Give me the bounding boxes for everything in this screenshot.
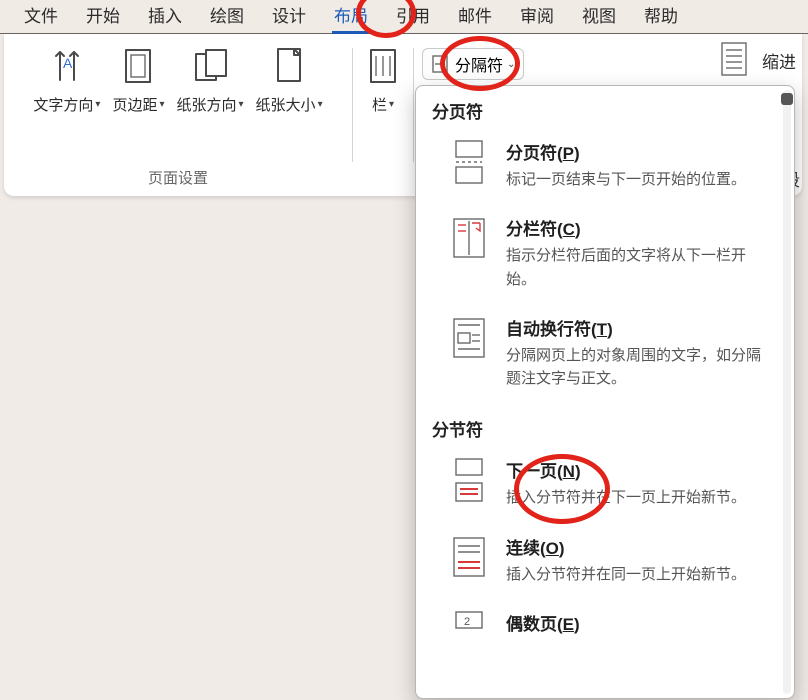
menu-item-desc: 标记一页结束与下一页开始的位置。	[506, 168, 774, 191]
tab-design[interactable]: 设计	[258, 0, 320, 33]
menu-item-continuous[interactable]: 连续(O) 插入分节符并在同一页上开始新节。	[416, 524, 794, 600]
group-separator	[352, 48, 353, 162]
group-caption: 页面设置	[10, 167, 346, 188]
paper-settings-icon	[718, 40, 752, 80]
tab-help[interactable]: 帮助	[630, 0, 692, 33]
chevron-down-icon: ▾	[159, 99, 164, 110]
column-break-icon	[450, 215, 488, 261]
orientation-button[interactable]: 纸张方向▾	[171, 44, 250, 115]
button-label: 页边距	[112, 94, 157, 115]
columns-icon	[365, 44, 401, 88]
group-separator	[413, 48, 414, 162]
margins-button[interactable]: 页边距▾	[106, 44, 170, 115]
text-direction-button[interactable]: A 文字方向▾	[27, 44, 106, 115]
dropdown-scrollbar[interactable]	[780, 90, 794, 694]
breaks-dropdown: 分页符 分页符(P) 标记一页结束与下一页开始的位置。 分栏符(C) 指示分栏符…	[415, 85, 795, 699]
orientation-icon	[192, 44, 228, 88]
tab-mailings[interactable]: 邮件	[444, 0, 506, 33]
tab-insert[interactable]: 插入	[134, 0, 196, 33]
menu-item-desc: 插入分节符并在下一页上开始新节。	[506, 486, 774, 509]
chevron-down-icon: ⌄	[507, 59, 515, 70]
indent-label: 缩进	[762, 48, 796, 73]
tab-label: 邮件	[458, 7, 492, 26]
menu-item-desc: 插入分节符并在同一页上开始新节。	[506, 563, 774, 586]
tab-label: 文件	[24, 7, 58, 26]
margins-icon	[120, 44, 156, 88]
tab-label: 视图	[582, 7, 616, 26]
menu-item-title: 分页符(P)	[506, 139, 774, 164]
text-wrapping-icon	[450, 315, 488, 361]
tab-label: 布局	[334, 7, 368, 26]
button-label: 栏	[372, 94, 387, 115]
menu-item-desc: 指示分栏符后面的文字将从下一栏开始。	[506, 244, 774, 291]
menu-item-text-wrapping[interactable]: 自动换行符(T) 分隔网页上的对象周围的文字，如分隔题注文字与正文。	[416, 305, 794, 405]
size-icon	[271, 44, 307, 88]
menu-tabs: 文件 开始 插入 绘图 设计 布局 引用 邮件 审阅 视图 帮助	[0, 0, 808, 34]
tab-label: 引用	[396, 7, 430, 26]
menu-item-even-page[interactable]: 2 偶数页(E)	[416, 600, 794, 656]
tab-file[interactable]: 文件	[10, 0, 72, 33]
tab-label: 设计	[272, 7, 306, 26]
page-break-icon	[450, 139, 488, 185]
tab-references[interactable]: 引用	[382, 0, 444, 33]
continuous-icon	[450, 534, 488, 580]
menu-item-column-break[interactable]: 分栏符(C) 指示分栏符后面的文字将从下一栏开始。	[416, 205, 794, 305]
button-label: 纸张方向	[177, 94, 237, 115]
tab-label: 绘图	[210, 7, 244, 26]
dropdown-section-header: 分页符	[416, 86, 794, 129]
menu-item-title: 自动换行符(T)	[506, 315, 774, 340]
menu-item-title: 偶数页(E)	[506, 610, 774, 635]
chevron-down-icon: ▾	[318, 99, 323, 110]
menu-item-title: 分栏符(C)	[506, 215, 774, 240]
breaks-icon	[431, 54, 451, 74]
text-direction-icon: A	[49, 44, 85, 88]
menu-item-next-page[interactable]: 下一页(N) 插入分节符并在下一页上开始新节。	[416, 447, 794, 523]
columns-button[interactable]: 栏▾	[359, 44, 407, 115]
chevron-down-icon: ▾	[389, 99, 394, 110]
tab-layout[interactable]: 布局	[320, 0, 382, 33]
chevron-down-icon: ▾	[95, 99, 100, 110]
menu-item-title: 下一页(N)	[506, 457, 774, 482]
size-button[interactable]: 纸张大小▾	[250, 44, 329, 115]
button-label: 纸张大小	[256, 94, 316, 115]
tab-draw[interactable]: 绘图	[196, 0, 258, 33]
tab-label: 开始	[86, 7, 120, 26]
button-label: 文字方向	[33, 94, 93, 115]
menu-item-title: 连续(O)	[506, 534, 774, 559]
button-label: 分隔符	[455, 52, 503, 76]
menu-item-page-break[interactable]: 分页符(P) 标记一页结束与下一页开始的位置。	[416, 129, 794, 205]
tab-label: 插入	[148, 7, 182, 26]
group-page-setup: A 文字方向▾ 页边距▾ 纸张方向▾	[10, 40, 346, 192]
even-page-icon: 2	[450, 610, 488, 656]
ribbon-right-cluster: 缩进	[718, 40, 796, 80]
svg-text:A: A	[63, 55, 73, 71]
tab-home[interactable]: 开始	[72, 0, 134, 33]
chevron-down-icon: ▾	[239, 99, 244, 110]
next-page-icon	[450, 457, 488, 503]
dropdown-section-header: 分节符	[416, 404, 794, 447]
group-columns: 栏▾	[359, 40, 407, 192]
tab-view[interactable]: 视图	[568, 0, 630, 33]
tab-review[interactable]: 审阅	[506, 0, 568, 33]
svg-text:2: 2	[464, 616, 470, 628]
menu-item-desc: 分隔网页上的对象周围的文字，如分隔题注文字与正文。	[506, 344, 774, 391]
breaks-split-button[interactable]: 分隔符 ⌄	[422, 48, 524, 80]
tab-label: 审阅	[520, 7, 554, 26]
tab-label: 帮助	[644, 7, 678, 26]
